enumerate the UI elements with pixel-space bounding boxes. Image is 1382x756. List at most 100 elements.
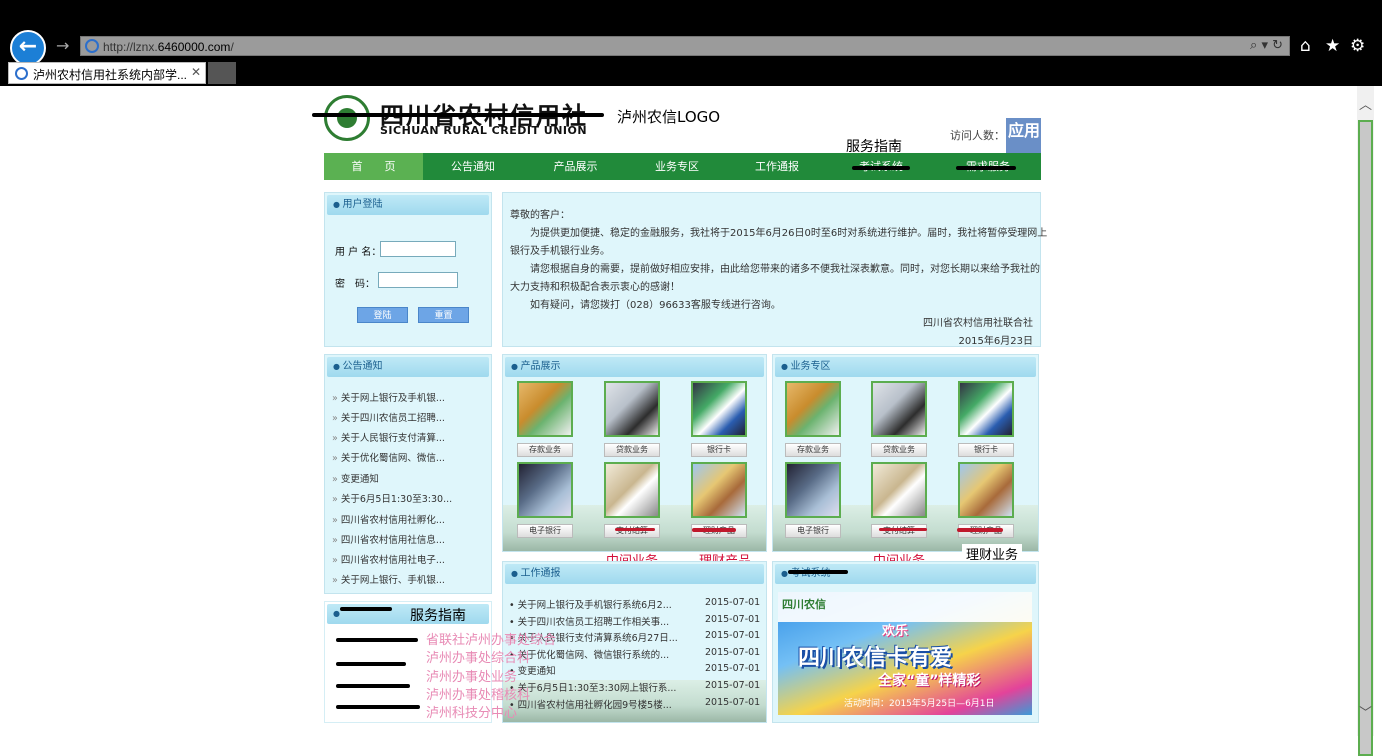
announcement-item[interactable]: 关于优化蜀信网、微信...	[332, 450, 445, 464]
payment-caption[interactable]: 支付结算	[604, 524, 660, 538]
password-input[interactable]	[378, 272, 458, 288]
nav-announcements[interactable]: 公告通知	[423, 153, 523, 180]
forward-arrow-icon[interactable]: →	[56, 36, 69, 55]
reset-button[interactable]: 重置	[418, 307, 469, 323]
announcement-item[interactable]: 四川省农村信用社电子...	[332, 552, 445, 566]
finance-thumb[interactable]	[958, 462, 1014, 518]
report-item[interactable]: • 关于四川农信员工招聘工作相关事...	[509, 614, 669, 628]
announcement-item[interactable]: 变更通知	[332, 471, 379, 485]
report-item[interactable]: • 关于优化蜀信网、微信银行系统的...	[509, 647, 669, 661]
browser-chrome: ← → http://lznx.6460000.com/ ⌕ ▾ ↻ ⌂ ★ ⚙…	[0, 0, 1382, 86]
deposit-thumb[interactable]	[517, 381, 573, 437]
favorites-star-icon[interactable]: ★	[1325, 36, 1340, 56]
announcement-item[interactable]: 关于四川农信员工招聘...	[332, 410, 445, 424]
payment-caption[interactable]: 支付结算	[871, 524, 927, 538]
username-input[interactable]	[380, 241, 456, 257]
loan-thumb[interactable]	[871, 381, 927, 437]
products-title: 产品展示	[505, 357, 764, 377]
deposit-thumb[interactable]	[785, 381, 841, 437]
home-icon[interactable]: ⌂	[1300, 36, 1311, 56]
guide-line[interactable]: 泸州办事处稽核科	[426, 688, 530, 704]
report-date: 2015-07-01	[705, 614, 761, 625]
address-url[interactable]: http://lznx.6460000.com/	[103, 40, 234, 54]
gear-icon[interactable]: ⚙	[1350, 36, 1365, 56]
card-caption[interactable]: 银行卡	[691, 443, 747, 457]
deposit-caption[interactable]: 存款业务	[517, 443, 573, 457]
nav-products[interactable]: 产品展示	[524, 153, 627, 180]
logo-english: SICHUAN RURAL CREDIT UNION	[380, 124, 588, 137]
payment-redaction	[879, 528, 927, 531]
notice-signature: 四川省农村信用社联合社	[923, 318, 1033, 329]
login-title: 用户登陆	[327, 195, 489, 215]
exam-title-redaction	[788, 570, 848, 574]
announcement-item[interactable]: 关于6月5日1:30至3:30...	[332, 491, 452, 505]
back-arrow-icon[interactable]: ←	[10, 30, 46, 66]
main-nav: 首 页 公告通知 产品展示 业务专区 工作通报 考试系统 需求服务	[324, 153, 1041, 180]
announcements-title: 公告通知	[327, 357, 489, 377]
payment-thumb[interactable]	[871, 462, 927, 518]
guide-line[interactable]: 省联社泸州办事处综合	[426, 633, 556, 649]
nav-reports[interactable]: 工作通报	[727, 153, 827, 180]
announcement-item[interactable]: 关于人民银行支付清算...	[332, 430, 445, 444]
guide-line-redaction	[336, 705, 420, 709]
notice-line: 请您根据自身的需要，提前做好相应安排，由此给您带来的诸多不便我社深表歉意。同时，…	[530, 264, 1040, 275]
new-tab-button[interactable]	[208, 62, 236, 84]
finance-redaction	[692, 528, 736, 532]
guide-line[interactable]: 泸州科技分中心	[426, 706, 517, 722]
announcement-item[interactable]: 四川省农村信用社信息...	[332, 532, 445, 546]
address-bar[interactable]: http://lznx.6460000.com/ ⌕ ▾ ↻	[80, 36, 1290, 56]
nav-business[interactable]: 业务专区	[627, 153, 727, 180]
banner-subtitle: 全家“童”样精彩	[878, 673, 981, 689]
banner-header: 四川农信	[778, 592, 1032, 622]
report-date: 2015-07-01	[705, 680, 761, 691]
scrollbar-thumb[interactable]	[1358, 120, 1373, 756]
report-item[interactable]: • 四川省农村信用社孵化园9号楼5楼...	[509, 697, 672, 711]
report-item[interactable]: • 关于网上银行及手机银行系统6月2...	[509, 597, 672, 611]
ie-logo-icon	[85, 39, 99, 53]
guide-line[interactable]: 泸州办事处业务	[426, 670, 517, 686]
ebank-caption[interactable]: 电子银行	[517, 524, 573, 538]
ebank-caption[interactable]: 电子银行	[785, 524, 841, 538]
close-tab-icon[interactable]: ✕	[191, 65, 201, 79]
guide-line-redaction	[336, 684, 410, 688]
reports-title: 工作通报	[505, 564, 764, 584]
logo-redaction	[312, 113, 604, 117]
announcements-panel: 公告通知 关于网上银行及手机银... 关于四川农信员工招聘... 关于人民银行支…	[324, 354, 492, 594]
promo-banner[interactable]: 四川农信 欢乐 四川农信卡有爱 全家“童”样精彩 活动时间：2015年5月25日…	[778, 592, 1032, 715]
nav-service-redaction	[956, 166, 1016, 170]
app-box[interactable]: 应用	[1006, 118, 1041, 153]
logo-emblem-icon	[324, 95, 370, 141]
guide-line[interactable]: 泸州办事处综合科	[426, 651, 530, 667]
announcement-item[interactable]: 四川省农村信用社孵化...	[332, 512, 445, 526]
ebank-thumb[interactable]	[517, 462, 573, 518]
tab-title: 泸州农村信用社系统内部学...	[33, 68, 188, 82]
deposit-caption[interactable]: 存款业务	[785, 443, 841, 457]
business-panel: 业务专区 存款业务 贷款业务 银行卡 电子银行 支付结算 理财产品	[772, 354, 1039, 552]
browser-tab[interactable]: 泸州农村信用社系统内部学... ✕	[8, 62, 206, 84]
card-caption[interactable]: 银行卡	[958, 443, 1014, 457]
address-tools[interactable]: ⌕ ▾ ↻	[1250, 38, 1283, 53]
announcement-item[interactable]: 关于网上银行及手机银...	[332, 390, 445, 404]
ebank-thumb[interactable]	[785, 462, 841, 518]
loan-thumb[interactable]	[604, 381, 660, 437]
loan-caption[interactable]: 贷款业务	[871, 443, 927, 457]
report-date: 2015-07-01	[705, 647, 761, 658]
payment-thumb[interactable]	[604, 462, 660, 518]
report-date: 2015-07-01	[705, 663, 761, 674]
card-thumb[interactable]	[691, 381, 747, 437]
notice-panel: 尊敬的客户： 为提供更加便捷、稳定的金融服务，我社将于2015年6月26日0时至…	[502, 192, 1047, 347]
notice-date: 2015年6月23日	[958, 336, 1033, 347]
logo-note: 泸州农信LOGO	[617, 108, 721, 126]
guide-line-redaction	[336, 662, 406, 666]
nav-home[interactable]: 首 页	[324, 153, 423, 180]
finance-thumb[interactable]	[691, 462, 747, 518]
vertical-scrollbar[interactable]: ︿ ﹀	[1357, 86, 1374, 756]
scroll-up-icon[interactable]: ︿	[1359, 94, 1372, 113]
login-button[interactable]: 登陆	[357, 307, 408, 323]
banner-tag: 欢乐	[882, 624, 909, 639]
card-thumb[interactable]	[958, 381, 1014, 437]
scroll-down-icon[interactable]: ﹀	[1359, 702, 1372, 721]
loan-caption[interactable]: 贷款业务	[604, 443, 660, 457]
report-item[interactable]: • 关于6月5日1:30至3:30网上银行系...	[509, 680, 676, 694]
announcement-item[interactable]: 关于网上银行、手机银...	[332, 572, 445, 586]
